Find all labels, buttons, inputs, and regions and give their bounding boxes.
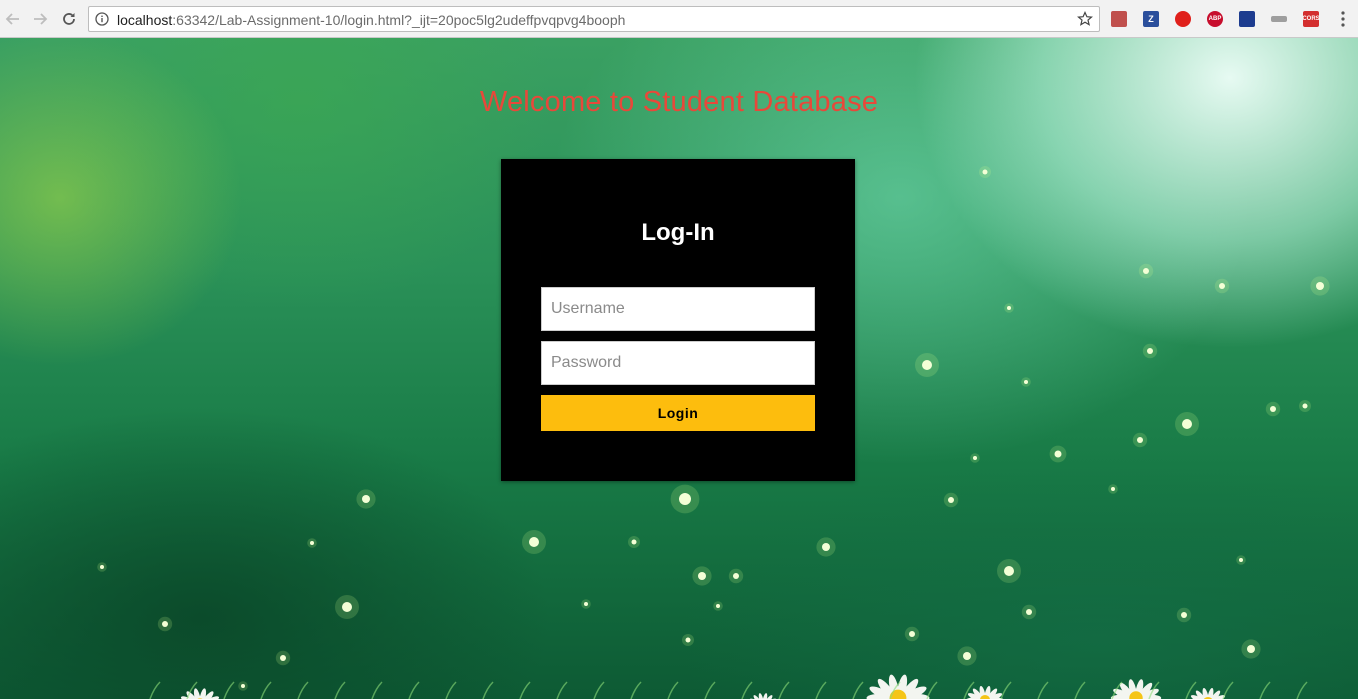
cors-extension-icon[interactable]: CORS — [1302, 11, 1320, 27]
password-input[interactable] — [541, 341, 815, 385]
url-path: :63342/Lab-Assignment-10/login.html?_ijt… — [172, 12, 626, 28]
browser-toolbar: localhost:63342/Lab-Assignment-10/login.… — [0, 0, 1358, 38]
url-text[interactable]: localhost:63342/Lab-Assignment-10/login.… — [117, 12, 625, 28]
address-bar[interactable]: localhost:63342/Lab-Assignment-10/login.… — [88, 6, 1100, 32]
more-menu-icon[interactable] — [1336, 10, 1350, 28]
back-arrow-icon — [5, 13, 19, 25]
forward-arrow-icon — [34, 13, 48, 25]
zotero-extension-icon[interactable]: Z — [1143, 11, 1159, 27]
page-background: Welcome to Student Database Log-In Login — [0, 38, 1358, 699]
forward-button[interactable] — [29, 8, 51, 30]
back-button[interactable] — [2, 8, 24, 30]
vpn-extension-icon[interactable] — [1239, 11, 1255, 27]
login-button[interactable]: Login — [541, 395, 815, 431]
url-host: localhost — [117, 12, 173, 28]
welcome-heading: Welcome to Student Database — [479, 86, 879, 118]
pdf-extension-icon[interactable] — [1111, 11, 1127, 27]
username-input[interactable] — [541, 287, 815, 331]
info-icon[interactable] — [95, 12, 109, 26]
reload-button[interactable] — [58, 8, 80, 30]
login-title: Log-In — [641, 219, 715, 246]
daisy-decoration — [149, 674, 1308, 699]
bookmark-star-icon[interactable] — [1077, 11, 1093, 27]
gray-extension-icon[interactable] — [1271, 16, 1287, 22]
reload-icon — [63, 13, 75, 25]
adblock-extension-icon[interactable]: ABP — [1207, 11, 1223, 27]
login-panel: Log-In Login — [501, 159, 855, 481]
opera-extension-icon[interactable] — [1175, 11, 1191, 27]
